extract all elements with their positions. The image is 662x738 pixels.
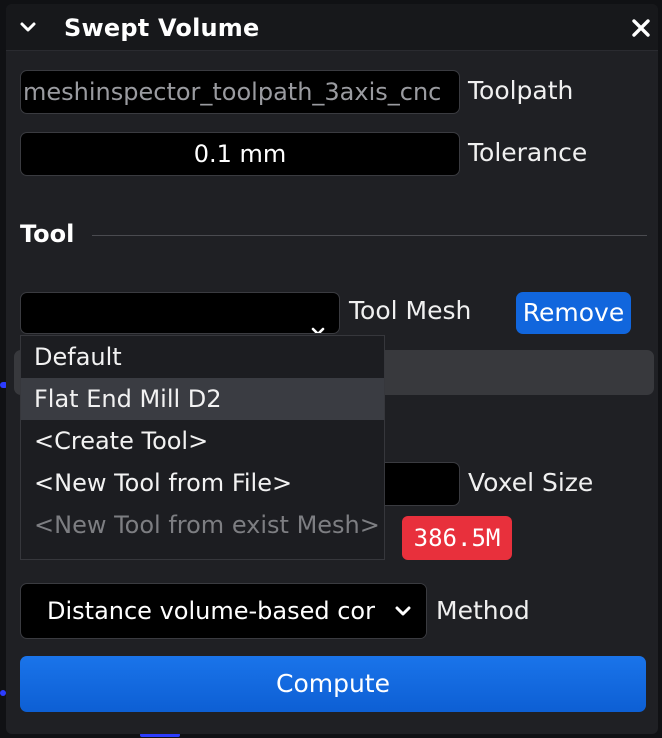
memory-usage-badge: 386.5M	[402, 516, 512, 560]
toolpath-input[interactable]: meshinspector_toolpath_3axis_cnc	[20, 70, 460, 114]
panel-titlebar: Swept Volume	[6, 4, 658, 51]
tolerance-label: Tolerance	[468, 138, 588, 167]
method-label: Method	[436, 596, 530, 625]
chevron-down-icon	[311, 308, 325, 333]
close-icon[interactable]	[630, 17, 652, 39]
tool-mesh-label: Tool Mesh	[349, 296, 472, 325]
remove-tool-button[interactable]: Remove	[516, 292, 631, 334]
swept-volume-panel: Swept Volume meshinspector_toolpath_3axi…	[6, 4, 658, 734]
toolpath-label: Toolpath	[468, 76, 574, 105]
dropdown-item-new-tool-from-mesh: <New Tool from exist Mesh>	[34, 511, 380, 539]
tool-section-title: Tool	[20, 220, 75, 248]
method-select[interactable]: Distance volume-based cor	[20, 583, 427, 639]
chevron-down-icon	[380, 584, 426, 638]
dropdown-item-flat-end-mill[interactable]: Flat End Mill D2	[21, 378, 384, 420]
dropdown-item-create-tool[interactable]: <Create Tool>	[21, 420, 384, 462]
dropdown-item-new-tool-from-file[interactable]: <New Tool from File>	[21, 462, 384, 504]
tolerance-input[interactable]: 0.1 mm	[20, 132, 460, 176]
tool-section-divider	[92, 235, 647, 236]
chevron-down-icon[interactable]	[18, 17, 38, 37]
panel-title: Swept Volume	[64, 14, 260, 42]
tool-mesh-dropdown-list: Default Flat End Mill D2 <Create Tool> <…	[20, 335, 385, 560]
compute-button[interactable]: Compute	[20, 656, 646, 712]
voxel-size-label: Voxel Size	[468, 468, 594, 497]
tool-mesh-select[interactable]	[20, 292, 340, 334]
dropdown-item-default[interactable]: Default	[21, 336, 384, 378]
method-value: Distance volume-based cor	[47, 597, 375, 625]
toolpath-value: meshinspector_toolpath_3axis_cnc	[23, 78, 442, 106]
tolerance-value: 0.1 mm	[193, 140, 287, 168]
